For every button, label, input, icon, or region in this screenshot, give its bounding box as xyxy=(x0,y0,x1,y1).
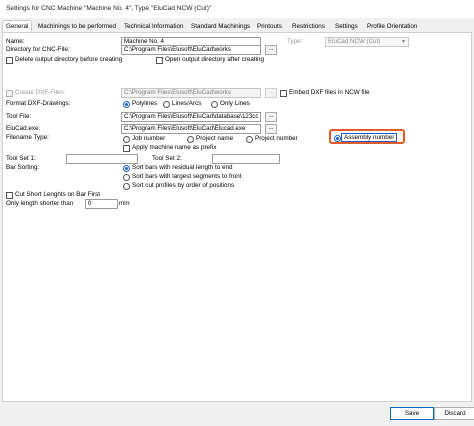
bar-sort-positions-radio[interactable] xyxy=(123,183,130,190)
delete-output-checkbox[interactable] xyxy=(6,57,13,64)
format-only-lines-label: Only Lines xyxy=(220,100,250,107)
tab-strip: General Machinings to be performed Techn… xyxy=(0,18,474,33)
elucad-exe-browse-button[interactable]: ... xyxy=(265,124,277,134)
tool-file-input[interactable]: C:\Program Files\Elusoft\EluCad\database… xyxy=(121,112,261,122)
name-label: Name: xyxy=(6,38,25,45)
format-polylines-radio[interactable] xyxy=(123,101,130,108)
filename-project-number-radio[interactable] xyxy=(246,136,253,143)
format-only-lines-radio[interactable] xyxy=(211,101,218,108)
tool-set-2-label: Tool Set 2: xyxy=(152,155,182,162)
type-value: EluCad NCW (Cut) xyxy=(328,38,381,45)
bar-sort-largest-radio[interactable] xyxy=(123,174,130,181)
chevron-down-icon: ▼ xyxy=(401,39,406,45)
cut-short-label: Cut Short Lenghts on Bar First xyxy=(15,191,101,198)
format-lines-arcs-radio[interactable] xyxy=(163,101,170,108)
apply-machine-prefix-checkbox[interactable] xyxy=(123,145,130,152)
directory-browse-button[interactable]: ... xyxy=(265,45,277,55)
elucad-exe-label: EluCad.exe: xyxy=(6,125,41,132)
only-length-unit: mm xyxy=(119,200,130,207)
tool-set-1-input[interactable] xyxy=(66,154,138,164)
open-output-label: Open output directory after creating xyxy=(165,56,265,63)
filename-type-label: Filename Type: xyxy=(6,134,49,141)
tab-technical-information[interactable]: Technical Information xyxy=(124,21,184,32)
filename-assembly-number-radio[interactable] xyxy=(334,135,341,142)
bar-sort-residual-label: Sort bars with residual length to end xyxy=(132,164,233,171)
tool-set-2-input[interactable] xyxy=(212,154,280,164)
type-select: EluCad NCW (Cut) ▼ xyxy=(325,37,409,47)
tab-printouts[interactable]: Printouts xyxy=(257,21,282,32)
tool-file-label: Tool File: xyxy=(6,113,32,120)
tab-standard-machinings[interactable]: Standard Machinings xyxy=(191,21,250,32)
embed-dxf-checkbox[interactable] xyxy=(280,90,287,97)
format-lines-arcs-label: Lines/Arcs xyxy=(172,100,202,107)
bar-sort-largest-label: Sort bars with largest segments to front xyxy=(132,173,242,180)
create-dxf-checkbox[interactable] xyxy=(6,90,13,97)
directory-label: Directory for CNC-File: xyxy=(6,46,70,53)
create-dxf-input[interactable]: C:\Program Files\Elusoft\EluCad\works xyxy=(121,88,261,98)
tool-file-browse-button[interactable]: ... xyxy=(265,112,277,122)
tab-profile-orientation[interactable]: Profile Orientation xyxy=(367,21,417,32)
tab-restrictions[interactable]: Restrictions xyxy=(292,21,325,32)
filename-assembly-number-label: Assembly number xyxy=(341,133,398,142)
cut-short-checkbox[interactable] xyxy=(6,192,13,199)
type-label: Type: xyxy=(287,38,303,45)
create-dxf-label: Create DXF-Files: xyxy=(15,89,66,96)
discard-button[interactable]: Discard xyxy=(434,407,474,420)
only-length-input[interactable]: 0 xyxy=(85,199,118,209)
window-title: Settings for CNC Machine "Machine No. 4"… xyxy=(6,5,212,12)
bar-sorting-label: Bar Sorting: xyxy=(6,164,40,171)
tab-machinings[interactable]: Machinings to be performed xyxy=(38,21,116,32)
filename-project-number-label: Project number xyxy=(255,135,298,142)
filename-project-name-label: Project name xyxy=(196,135,234,142)
filename-job-number-label: Job number xyxy=(132,135,166,142)
elucad-exe-input[interactable]: C:\Program Files\Elusoft\EluCad\Elucad.e… xyxy=(121,124,261,134)
bar-sort-residual-radio[interactable] xyxy=(123,165,130,172)
tab-settings[interactable]: Settings xyxy=(335,21,358,32)
directory-input[interactable]: C:\Program Files\Elusoft\EluCad\works xyxy=(121,45,261,55)
open-output-checkbox[interactable] xyxy=(156,57,163,64)
only-length-label: Only length shorter than xyxy=(6,200,74,207)
filename-job-number-radio[interactable] xyxy=(123,136,130,143)
title-bar: Settings for CNC Machine "Machine No. 4"… xyxy=(0,0,474,19)
tool-set-1-label: Tool Set 1: xyxy=(6,155,36,162)
format-polylines-label: Polylines xyxy=(132,100,158,107)
delete-output-label: Delete output directory before creating xyxy=(15,56,123,63)
filename-project-name-radio[interactable] xyxy=(187,136,194,143)
bar-sort-positions-label: Sort cut profiles by order of positions xyxy=(132,182,235,189)
format-dxf-label: Format DXF-Drawings: xyxy=(6,100,71,107)
embed-dxf-label: Embed DXF files in NCW file xyxy=(289,89,370,96)
apply-machine-prefix-label: Apply machine name as prefix xyxy=(132,144,217,151)
dxf-browse-button[interactable]: ... xyxy=(265,88,277,98)
save-button[interactable]: Save xyxy=(390,407,434,420)
